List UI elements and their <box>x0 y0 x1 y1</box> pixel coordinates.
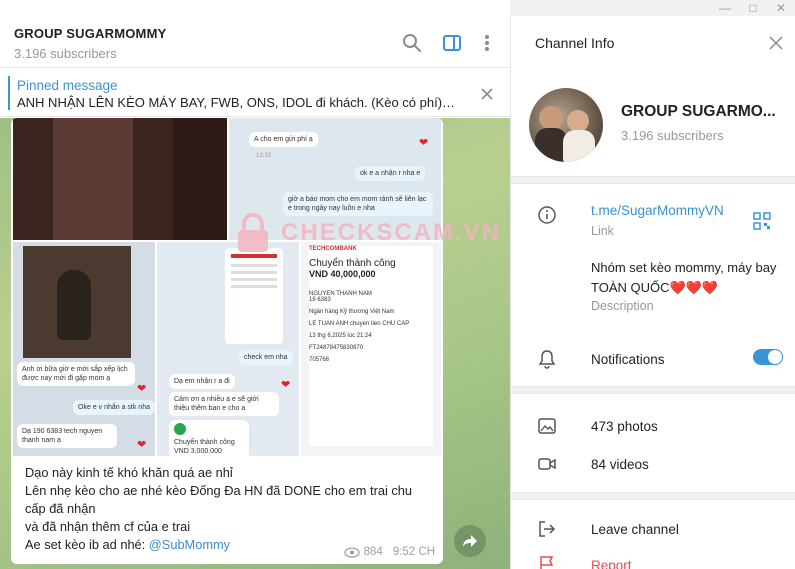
media-bank-screenshot[interactable]: TECHCOMBANK Chuyển thành công VND 40,000… <box>301 242 441 456</box>
qr-code-icon[interactable] <box>753 212 771 230</box>
mention-link[interactable]: @SubMommy <box>149 537 230 552</box>
info-icon <box>538 206 556 224</box>
more-options-icon[interactable] <box>476 32 498 54</box>
chat-panel: GROUP SUGARMOMMY 3.196 subscribers Pinne… <box>0 0 510 569</box>
panel-title: Channel Info <box>535 35 615 51</box>
sidebar-toggle-icon[interactable] <box>441 32 463 54</box>
view-count: 884 <box>363 546 383 558</box>
message-text: Dạo này kinh tế khó khăn quá ae nhỉ Lên … <box>25 464 433 554</box>
notifications-toggle[interactable] <box>753 349 783 365</box>
close-icon[interactable] <box>480 87 494 101</box>
chat-bubble: Dạ em nhận r a đi <box>169 374 235 390</box>
heart-icon: ❤ <box>281 379 291 391</box>
leave-icon <box>539 521 556 537</box>
receiver-bank: Ngân hàng Kỹ thương Việt Nam <box>309 309 395 315</box>
transfer-text: Chuyển thành công VND 3.000.000 <box>174 439 235 456</box>
message-line: Dạo này kinh tế khó khăn quá ae nhỉ <box>25 465 233 480</box>
receiver-account: 19 6383 <box>309 297 331 303</box>
forward-icon <box>463 535 477 547</box>
pinned-accent-bar <box>8 76 10 110</box>
chat-bubble: Cảm ơn a nhiều ạ e sẽ giới thiệu thêm bạ… <box>169 392 279 417</box>
videos-count[interactable]: 84 videos <box>591 457 649 472</box>
transfer-code: 705768 <box>309 357 330 363</box>
message-meta: 884 9:52 CH <box>343 546 435 558</box>
channel-title: GROUP SUGARMOMMY <box>14 26 167 41</box>
message-last-prefix: Ae set kèo ib ad nhé: <box>25 537 149 552</box>
chat-bubble: ok e a nhận r nha e <box>355 166 426 182</box>
profile-name: GROUP SUGARMO... <box>621 103 776 120</box>
profile-subscribers: 3.196 subscribers <box>621 128 724 143</box>
pinned-title: Pinned message <box>17 78 118 93</box>
chat-background: A cho em gửi phí ạ ❤ 12:33 ok e a nhận r… <box>0 118 510 569</box>
avatar[interactable] <box>529 88 603 162</box>
transfer-status: Chuyển thành công <box>309 258 396 269</box>
watermark: CHECKSCAM.VN <box>235 208 505 258</box>
chat-header[interactable]: GROUP SUGARMOMMY 3.196 subscribers <box>0 16 510 68</box>
minimize-button[interactable]: — <box>711 0 739 16</box>
report-icon <box>540 556 554 569</box>
transfer-date: 13 thg 6,2025 lúc 21:24 <box>309 333 372 339</box>
link-label: Link <box>591 224 614 238</box>
bank-receipt: TECHCOMBANK Chuyển thành công VND 40,000… <box>309 246 433 446</box>
media-chat-screenshot[interactable]: Anh ơi bữa giờ e mới sắp xếp lịch được n… <box>13 242 155 456</box>
photo-thumbnail <box>23 246 131 358</box>
transfer-bubble: Chuyển thành công VND 3.000.000 <box>169 420 249 460</box>
window-controls: — □ ✕ <box>510 0 795 16</box>
channel-info-panel: Channel Info GROUP SUGARMO... 3.196 subs… <box>510 16 795 569</box>
lock-icon <box>238 213 268 252</box>
maximize-button[interactable]: □ <box>739 0 767 16</box>
pinned-text: ANH NHẬN LÊN KÈO MÁY BAY, FWB, ONS, IDOL… <box>17 95 457 110</box>
chat-bubble: A cho em gửi phí ạ <box>249 132 318 148</box>
message-bubble[interactable]: A cho em gửi phí ạ ❤ 12:33 ok e a nhận r… <box>11 118 443 564</box>
channel-link[interactable]: t.me/SugarMommyVN <box>591 203 724 218</box>
channel-description: Nhóm set kèo mommy, máy bay TOÀN QUỐC❤️❤… <box>591 260 777 295</box>
bell-icon <box>538 350 556 369</box>
views-icon <box>343 546 360 558</box>
chat-bubble: Oke e v nhắn a stk nha <box>73 400 155 416</box>
heart-icon: ❤ <box>419 137 429 149</box>
photos-count[interactable]: 473 photos <box>591 419 658 434</box>
media-chat-screenshot[interactable]: check em nha Dạ em nhận r a đi ❤ Cảm ơn … <box>157 242 299 460</box>
video-icon <box>538 458 556 470</box>
chat-bubble: Anh ơi bữa giờ e mới sắp xếp lịch được n… <box>17 362 135 387</box>
chat-time: 12:33 <box>256 153 272 159</box>
channel-subscribers: 3.196 subscribers <box>14 46 117 61</box>
description-label: Description <box>591 299 654 313</box>
watermark-text: CHECKSCAM.VN <box>281 219 502 246</box>
notifications-label: Notifications <box>591 352 665 367</box>
chat-bubble: check em nha <box>239 350 293 366</box>
forward-button[interactable] <box>454 525 486 557</box>
report-button[interactable]: Report <box>591 558 632 569</box>
transfer-receipt-thumb <box>225 248 283 344</box>
message-line: Lên nhẹ kèo cho ae nhé kèo Đống Đa HN đã… <box>25 483 412 498</box>
divider <box>511 176 795 184</box>
transfer-ref: FT24878475830870 <box>309 345 364 351</box>
media-photo-dark[interactable] <box>13 118 227 240</box>
divider <box>511 386 795 394</box>
message-line: và đã nhận thêm cf của e trai <box>25 519 191 534</box>
message-time: 9:52 CH <box>392 546 435 558</box>
photos-icon <box>538 418 556 434</box>
transfer-note: LE TUAN ANH chuyen tien CHU CAP <box>309 321 410 327</box>
search-icon[interactable] <box>401 32 423 54</box>
message-line: cấp đã nhận <box>25 501 96 516</box>
divider <box>511 492 795 500</box>
pinned-message[interactable]: Pinned message ANH NHẬN LÊN KÈO MÁY BAY,… <box>0 69 510 117</box>
chat-bubble: Dạ 190 6383 tech nguyen thanh nam ạ <box>17 424 117 449</box>
transfer-amount: VND 40,000,000 <box>309 269 376 279</box>
heart-icon: ❤ <box>137 383 147 395</box>
close-window-button[interactable]: ✕ <box>767 0 795 16</box>
heart-icon: ❤ <box>137 439 147 451</box>
close-icon[interactable] <box>769 36 783 50</box>
leave-channel-button[interactable]: Leave channel <box>591 522 679 537</box>
